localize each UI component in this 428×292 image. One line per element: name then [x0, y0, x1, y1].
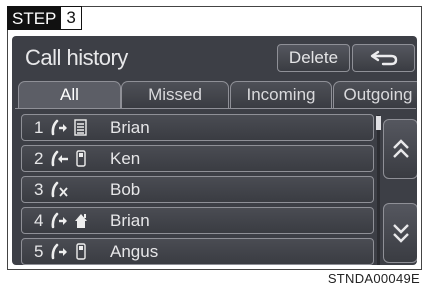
scroll-up-button[interactable] [383, 119, 417, 179]
contact-name: Brian [110, 118, 150, 137]
step-indicator: STEP 3 [7, 6, 82, 32]
scrollbar-thumb[interactable] [376, 116, 381, 130]
mobile-phone-icon [76, 243, 86, 260]
step-number: 3 [61, 6, 82, 30]
call-list-item[interactable]: 4 Brian [21, 207, 374, 234]
tab-missed[interactable]: Missed [121, 81, 229, 108]
double-chevron-up-icon [392, 139, 409, 158]
tab-incoming[interactable]: Incoming [230, 81, 332, 108]
outgoing-call-icon [51, 212, 67, 229]
missed-call-icon [51, 181, 68, 198]
scrollbar-track[interactable] [377, 115, 380, 265]
page-title: Call history [25, 45, 128, 70]
office-phone-icon [74, 119, 87, 136]
contact-name: Bob [110, 180, 141, 199]
home-phone-icon [75, 214, 87, 228]
delete-button[interactable]: Delete [277, 44, 350, 72]
call-list-item[interactable]: 5 Angus [21, 238, 374, 265]
scroll-down-button[interactable] [383, 203, 417, 263]
call-index: 3 [34, 180, 44, 199]
return-arrow-icon [370, 50, 397, 66]
outgoing-call-icon [51, 119, 67, 136]
outgoing-call-icon [51, 243, 67, 260]
mobile-phone-icon [76, 150, 86, 167]
tab-outgoing[interactable]: Outgoing [333, 81, 417, 108]
call-index: 1 [34, 118, 44, 137]
step-label: STEP [7, 6, 62, 30]
filter-tabs: All Missed Incoming Outgoing [12, 81, 417, 108]
contact-name: Angus [110, 242, 159, 261]
call-list-panel: 1 Brian 2 Ken 3 Bob 4 Brian 5 Angus [15, 108, 417, 265]
contact-name: Brian [110, 211, 150, 230]
call-index: 5 [34, 242, 44, 261]
figure-code: STNDA00049E [327, 271, 420, 286]
contact-name: Ken [110, 149, 141, 168]
call-index: 2 [34, 149, 44, 168]
call-index: 4 [34, 211, 44, 230]
tab-all[interactable]: All [18, 81, 121, 108]
call-list-item[interactable]: 1 Brian [21, 114, 374, 141]
call-history-screen: Call history Delete All Missed Incoming … [12, 36, 417, 265]
incoming-call-icon [51, 150, 68, 167]
back-button[interactable] [352, 44, 415, 72]
double-chevron-down-icon [392, 224, 409, 243]
call-list-item[interactable]: 3 Bob [21, 176, 374, 203]
call-list-item[interactable]: 2 Ken [21, 145, 374, 172]
